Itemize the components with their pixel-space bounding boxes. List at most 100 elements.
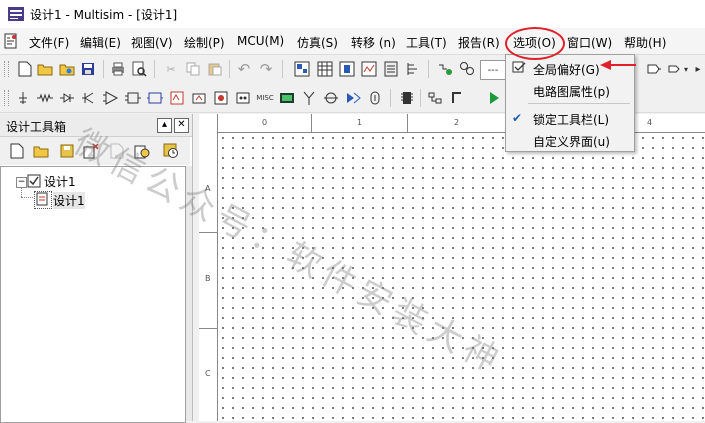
database-icon[interactable] [458,60,476,78]
mcu-icon[interactable] [398,89,416,107]
menu-reports[interactable]: 报告(R) [458,34,500,51]
connector-icon[interactable] [366,89,384,107]
grapher-icon[interactable] [360,60,378,78]
open-folder-icon[interactable] [36,60,54,78]
misc-icon[interactable]: MISC [255,89,275,107]
ruler-label-a: A [205,184,211,193]
pin-panel-button[interactable]: ▴ [157,118,172,133]
tree-root-label[interactable]: 设计1 [44,173,76,190]
misc-digital-icon[interactable] [234,89,252,107]
hierarchical-block-icon[interactable] [426,89,444,107]
menu-item-label: 锁定工具栏(L) [533,113,610,127]
menu-file[interactable]: 文件(F) [29,34,69,51]
checkbox-icon[interactable] [27,174,41,188]
print-preview-icon[interactable] [130,60,148,78]
schematic-canvas[interactable]: A B C 0 1 2 3 4 [193,114,705,421]
tree-connector [21,197,33,199]
run-simulation-icon[interactable] [485,89,503,107]
toggle-fullscreen-icon[interactable] [293,60,311,78]
menu-mcu[interactable]: MCU(M) [237,34,284,48]
new-file-icon[interactable] [16,60,34,78]
probe-icon[interactable] [644,60,662,78]
paste-icon[interactable] [206,60,224,78]
ruler-label-2: 2 [454,118,460,127]
menu-item-lock-toolbars[interactable]: ✔ 锁定工具栏(L) [506,107,632,129]
ruler-division [199,232,217,233]
delete-design-icon[interactable] [108,142,126,160]
menu-view[interactable]: 视图(V) [131,34,173,51]
toolbar-grip[interactable] [4,61,9,77]
menu-help[interactable]: 帮助(H) [624,34,666,51]
ruler-label-4: 4 [647,118,653,127]
close-design-icon[interactable] [82,142,100,160]
spreadsheet-view-icon[interactable] [316,60,334,78]
menu-transfer[interactable]: 转移 (n) [351,34,396,51]
bus-icon[interactable] [448,89,466,107]
electromechanical-icon[interactable] [322,89,340,107]
menu-item-label: 电路图属性(p) [533,85,610,99]
in-use-list-dropdown[interactable]: --- [480,60,506,80]
rf-antenna-icon[interactable] [300,89,318,107]
open-design-icon[interactable] [32,142,50,160]
diode-icon[interactable] [58,89,76,107]
ruler-division [407,114,408,132]
toolbar-separator [420,89,421,107]
menu-window[interactable]: 窗口(W) [567,34,612,51]
ruler-division [217,114,218,132]
document-icon[interactable] [3,33,19,49]
schematic-page-icon[interactable] [34,191,52,209]
undo-icon[interactable]: ↶ [235,60,253,78]
redo-icon[interactable]: ↷ [257,60,275,78]
toolbar-separator [390,89,391,107]
menu-separator [528,103,630,104]
left-ruler: A B C [199,114,218,421]
menu-item-customize-interface[interactable]: 自定义界面(u) [506,129,632,151]
toolbar-separator [229,60,230,78]
mixed-icon[interactable] [168,89,186,107]
cmos-icon[interactable] [146,89,164,107]
advanced-peripherals-icon[interactable] [278,89,296,107]
menu-simulate[interactable]: 仿真(S) [297,34,338,51]
save-design-icon[interactable] [58,142,76,160]
copy-icon[interactable] [184,60,202,78]
transistor-icon[interactable] [80,89,98,107]
open-sample-icon[interactable] [58,60,76,78]
toolbar-separator [428,60,429,78]
toolbar-grip[interactable] [4,90,9,106]
indicator-icon[interactable] [190,89,208,107]
cut-icon[interactable]: ✂ [162,60,180,78]
power-component-icon[interactable] [212,89,230,107]
close-panel-button[interactable]: ✕ [174,118,189,133]
save-icon[interactable] [79,60,97,78]
menu-edit[interactable]: 编辑(E) [80,34,121,51]
chevron-down-icon[interactable]: ▾ [682,60,690,78]
analog-opamp-icon[interactable] [102,89,120,107]
schematic-grid[interactable] [218,133,705,421]
history-icon[interactable] [162,142,180,160]
ruler-label-0: 0 [262,118,268,127]
postprocessor-icon[interactable] [382,60,400,78]
menu-item-label: 全局偏好(G) [533,63,600,77]
toolbox-header: 设计工具箱 ▴ ✕ [0,114,192,137]
new-design-icon[interactable] [8,142,26,160]
ni-component-icon[interactable] [344,89,362,107]
ttl-icon[interactable] [124,89,142,107]
file-compare-icon[interactable] [133,142,151,160]
design-toolbox-panel: 设计工具箱 ▴ ✕ − 设计1 设计1 [0,114,193,423]
menu-tools[interactable]: 工具(T) [406,34,447,51]
basic-resistor-icon[interactable] [36,89,54,107]
tree-child-label[interactable]: 设计1 [53,192,85,209]
toolbox-scrollbar[interactable] [186,166,192,421]
description-box-icon[interactable] [404,60,422,78]
annotation-highlight-oval [505,27,565,60]
more-icon[interactable]: ▸ [694,60,702,78]
print-icon[interactable] [109,60,127,78]
source-icon[interactable] [14,89,32,107]
electrical-rules-check-icon[interactable] [436,60,454,78]
menu-place[interactable]: 绘制(P) [184,34,225,51]
checkmark-icon: ✔ [512,111,523,125]
multisim-app-icon [8,6,24,22]
menu-item-sheet-properties[interactable]: 电路图属性(p) [506,79,632,101]
menu-bar: 文件(F) 编辑(E) 视图(V) 绘制(P) MCU(M) 仿真(S) 转移 … [0,28,705,55]
component-view-icon[interactable] [338,60,356,78]
